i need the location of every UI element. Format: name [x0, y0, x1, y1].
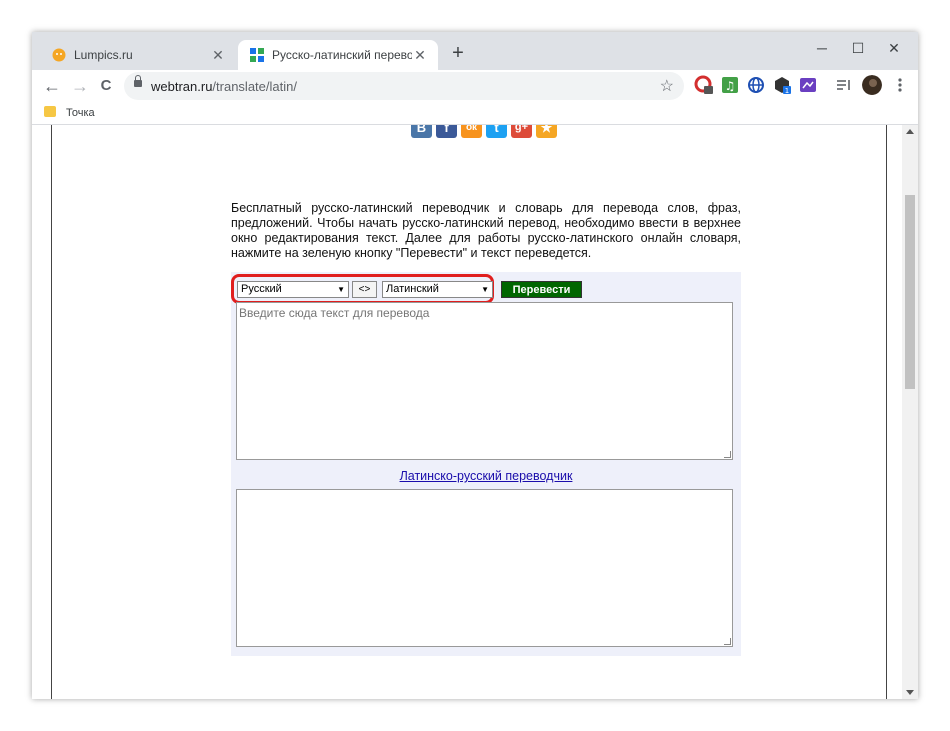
browser-toolbar: ← → C webtran.ru/translate/latin/ ☆ ♫ 1: [32, 70, 918, 102]
page-scrollbar[interactable]: [902, 125, 918, 699]
tab-close-icon[interactable]: ✕: [210, 47, 226, 64]
opera-icon[interactable]: [694, 75, 714, 95]
page-viewport: В f ок t g+ ★ Бесплатный русско-латински…: [32, 125, 918, 699]
lock-icon: [134, 75, 142, 87]
translator-panel: Русский ▼ <> Латинский ▼ Перевести Введи…: [231, 272, 741, 656]
resize-grip-icon[interactable]: [724, 451, 731, 458]
translate-button[interactable]: Перевести: [501, 281, 582, 298]
menu-icon[interactable]: [890, 75, 910, 95]
tab-translator[interactable]: Русско-латинский переводчик ✕: [238, 40, 438, 70]
tab-title: Lumpics.ru: [74, 48, 133, 62]
target-language-value: Латинский: [386, 283, 439, 295]
reload-button[interactable]: C: [94, 74, 118, 98]
target-language-select[interactable]: Латинский ▼: [382, 281, 493, 298]
minimize-button[interactable]: ─: [804, 36, 840, 60]
source-language-value: Русский: [241, 283, 282, 295]
forward-button[interactable]: →: [68, 74, 92, 98]
webtran-favicon-icon: [250, 48, 264, 62]
twitter-share-icon[interactable]: t: [486, 125, 507, 138]
facebook-share-icon[interactable]: f: [436, 125, 457, 138]
tab-title: Русско-латинский переводчик: [272, 48, 412, 62]
swap-languages-button[interactable]: <>: [352, 281, 377, 298]
dropdown-arrow-icon: ▼: [481, 285, 489, 294]
dropdown-arrow-icon: ▼: [337, 285, 345, 294]
google-plus-share-icon[interactable]: g+: [511, 125, 532, 138]
bookmark-star-icon[interactable]: ☆: [660, 76, 674, 96]
url-domain: webtran.ru: [151, 79, 213, 94]
tab-strip: Lumpics.ru ✕ Русско-латинский переводчик…: [32, 32, 918, 70]
intro-text: Бесплатный русско-латинский переводчик и…: [231, 201, 741, 260]
source-language-select[interactable]: Русский ▼: [237, 281, 349, 298]
ext-purple-icon[interactable]: [798, 75, 818, 95]
lumpics-favicon-icon: [52, 48, 66, 62]
playlist-icon[interactable]: [834, 75, 854, 95]
source-text-input[interactable]: Введите сюда текст для перевода: [236, 302, 733, 460]
close-window-button[interactable]: ✕: [876, 36, 912, 60]
globe-icon[interactable]: [746, 75, 766, 95]
scroll-down-arrow-icon[interactable]: [906, 690, 914, 695]
scrollbar-thumb[interactable]: [905, 195, 915, 389]
new-tab-button[interactable]: +: [446, 42, 470, 65]
bookmarks-bar: Точка: [32, 102, 918, 125]
svg-text:♫: ♫: [725, 79, 736, 93]
url-path: /translate/latin/: [212, 79, 297, 94]
social-share-bar: В f ок t g+ ★: [411, 125, 561, 138]
output-text-area[interactable]: [236, 489, 733, 647]
folder-icon: [44, 106, 56, 117]
page-frame: В f ок t g+ ★ Бесплатный русско-латински…: [51, 125, 887, 699]
latin-russian-link[interactable]: Латинско-русский переводчик: [231, 469, 741, 483]
bookmark-tochka[interactable]: Точка: [66, 107, 95, 119]
address-bar[interactable]: webtran.ru/translate/latin/ ☆: [124, 72, 684, 100]
favorite-star-icon[interactable]: ★: [536, 125, 557, 138]
back-button[interactable]: ←: [40, 74, 64, 98]
maximize-button[interactable]: ☐: [840, 36, 876, 60]
tab-close-icon[interactable]: ✕: [412, 47, 428, 64]
music-icon[interactable]: ♫: [720, 75, 740, 95]
profile-avatar[interactable]: [862, 75, 882, 95]
source-placeholder: Введите сюда текст для перевода: [239, 306, 430, 320]
resize-grip-icon[interactable]: [724, 638, 731, 645]
browser-window: Lumpics.ru ✕ Русско-латинский переводчик…: [32, 32, 918, 699]
vk-share-icon[interactable]: В: [411, 125, 432, 138]
url-text: webtran.ru/translate/latin/: [151, 79, 297, 94]
tab-lumpics[interactable]: Lumpics.ru ✕: [40, 40, 236, 70]
odnoklassniki-share-icon[interactable]: ок: [461, 125, 482, 138]
package-icon[interactable]: 1: [772, 75, 792, 95]
scroll-up-arrow-icon[interactable]: [906, 129, 914, 134]
svg-text:1: 1: [785, 87, 789, 95]
